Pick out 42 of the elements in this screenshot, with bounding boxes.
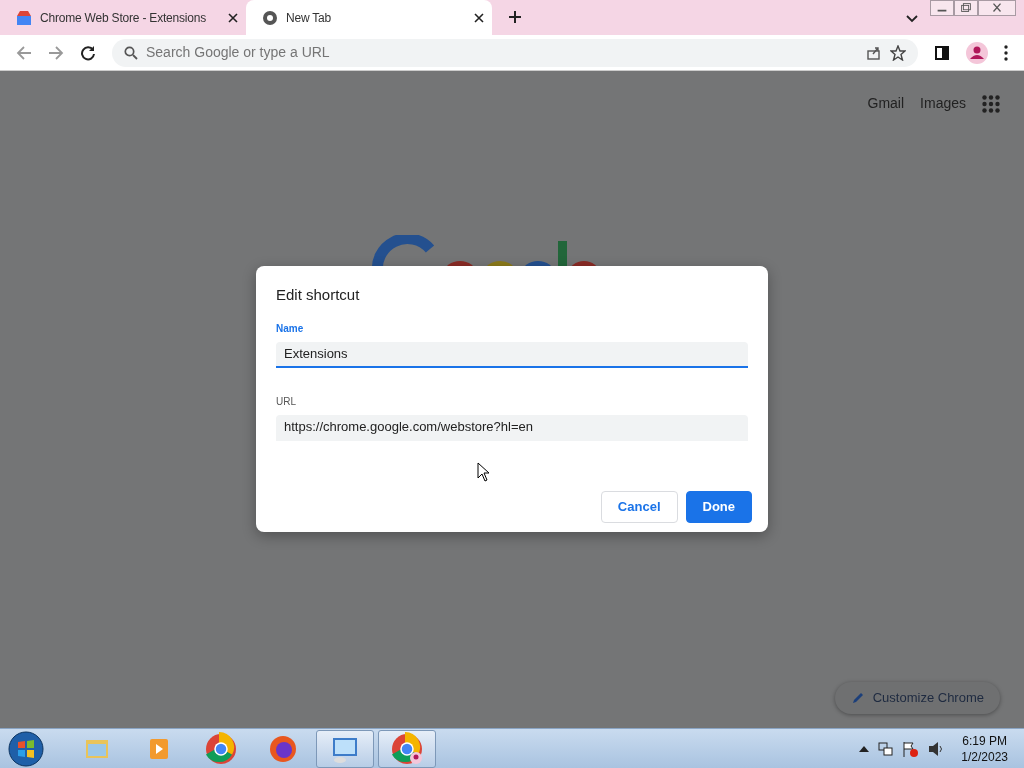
header-link[interactable]: Gmail (867, 93, 905, 114)
share-icon[interactable] (866, 44, 882, 61)
star-icon[interactable] (890, 44, 906, 61)
address-bar[interactable]: Search Google or type a URL (112, 38, 918, 67)
dialog-title: Edit shortcut (276, 285, 361, 305)
cursor-icon (477, 462, 491, 482)
flag-icon[interactable] (901, 739, 920, 758)
cancel-button[interactable]: Cancel (600, 490, 678, 523)
caret-up-icon[interactable] (859, 745, 870, 752)
customize-button[interactable]: Customize Chrome (834, 682, 1000, 714)
chevron-down-icon[interactable] (906, 15, 918, 23)
reload-icon[interactable] (80, 44, 96, 61)
back-icon[interactable] (16, 44, 32, 61)
clock-time: 6:19 PM (961, 732, 1008, 749)
menu-icon[interactable] (1004, 44, 1008, 61)
clock-date: 1/2/2023 (961, 748, 1008, 765)
search-icon (124, 45, 138, 60)
browser-tab[interactable]: Chrome Web Store - Extensions (0, 0, 246, 35)
field-label: Name (276, 321, 305, 336)
apps-icon[interactable] (982, 94, 1000, 113)
side-panel-icon[interactable] (934, 44, 950, 61)
pencil-icon (850, 691, 865, 705)
taskbar-button[interactable] (378, 729, 436, 768)
store-icon (16, 9, 32, 26)
network-icon[interactable] (877, 740, 894, 757)
field-label: URL (276, 394, 297, 409)
new-tab-icon[interactable] (508, 10, 522, 24)
browser-tab[interactable]: New Tab (246, 0, 492, 35)
profile-icon[interactable] (966, 41, 988, 64)
forward-icon[interactable] (48, 44, 64, 61)
minimize-icon[interactable] (930, 0, 954, 16)
restore-icon[interactable] (954, 0, 978, 16)
taskbar-button[interactable] (316, 729, 374, 768)
header-link[interactable]: Images (920, 93, 966, 114)
input-field[interactable]: https://chrome.google.com/webstore?hl=en (276, 414, 748, 441)
input-field[interactable]: Extensions (276, 341, 748, 368)
start-icon[interactable] (8, 730, 44, 767)
close-icon[interactable] (228, 12, 238, 23)
close-icon[interactable] (474, 12, 484, 23)
tab-title: Chrome Web Store - Extensions (40, 9, 208, 27)
done-button[interactable]: Done (685, 490, 752, 523)
tab-title: New Tab (286, 9, 333, 27)
